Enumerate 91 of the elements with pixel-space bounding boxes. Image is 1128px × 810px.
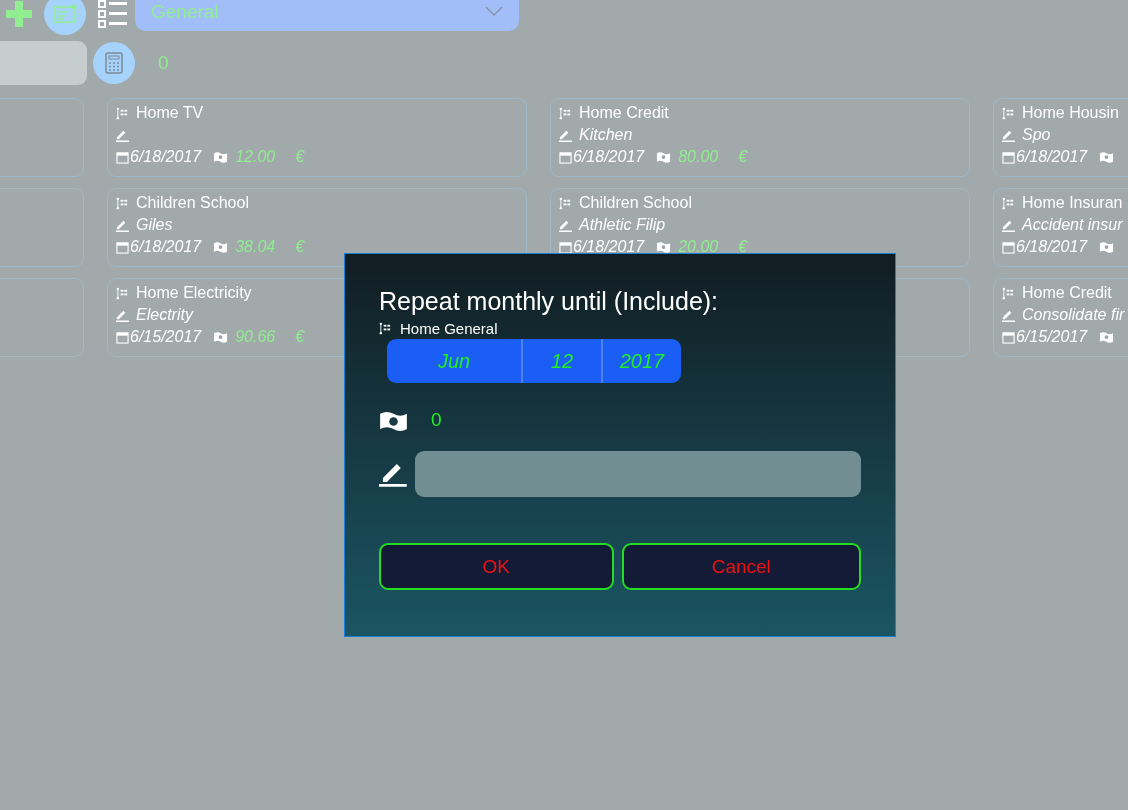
chevron-icon xyxy=(485,6,503,17)
entry-card[interactable]: Home Credit Kitchen 6/18/2017 80.00 € xyxy=(550,98,970,177)
category-dropdown[interactable]: General xyxy=(135,0,519,31)
pen-icon xyxy=(116,308,129,322)
money-icon xyxy=(1099,241,1115,253)
entry-card[interactable] xyxy=(0,188,84,267)
note-text: Electrity xyxy=(136,306,193,324)
total-amount: 0 xyxy=(158,52,169,74)
calendar-icon xyxy=(1002,330,1015,344)
note-text: Spo xyxy=(1022,126,1051,144)
pen-icon xyxy=(1002,128,1015,142)
note-text: Giles xyxy=(136,216,173,234)
category-label: Home Credit xyxy=(579,104,669,122)
money-icon xyxy=(1099,331,1115,343)
category-label: Home Insuran xyxy=(1022,194,1123,212)
calendar-icon xyxy=(559,240,572,254)
dialog-button[interactable]: OK xyxy=(379,543,614,590)
money-icon xyxy=(213,331,229,343)
entry-card[interactable]: Home Credit Consolidate fir 6/15/2017 xyxy=(993,278,1128,357)
category-icon xyxy=(116,286,129,300)
note-text: Athletic Filip xyxy=(579,216,666,234)
entry-card[interactable] xyxy=(0,278,84,357)
category-icon xyxy=(1002,106,1015,120)
list-icon[interactable] xyxy=(98,0,128,28)
date-text: 6/18/2017 xyxy=(1016,148,1088,166)
category-label: Home Housin xyxy=(1022,104,1119,122)
pen-icon xyxy=(1002,308,1015,322)
money-icon xyxy=(656,241,672,253)
entry-card[interactable]: Home Housin Spo 6/18/2017 xyxy=(993,98,1128,177)
money-icon xyxy=(213,241,229,253)
date-text: 6/15/2017 xyxy=(130,328,202,346)
calendar-icon xyxy=(559,150,572,164)
date-text: 6/18/2017 xyxy=(130,148,202,166)
plus-icon[interactable] xyxy=(6,0,32,27)
category-icon xyxy=(116,106,129,120)
calendar-icon xyxy=(116,240,129,254)
entry-card[interactable]: Home TV 6/18/2017 12.00 € xyxy=(107,98,527,177)
pen-icon xyxy=(116,218,129,232)
category-label: Home General xyxy=(400,320,498,337)
amount-text: 38.04 xyxy=(235,238,276,256)
currency-text: € xyxy=(738,238,748,256)
calendar-icon xyxy=(1002,150,1015,164)
amount-text: 12.00 xyxy=(235,148,276,166)
amount-text: 20.00 xyxy=(678,238,719,256)
pen-icon xyxy=(1002,218,1015,232)
date-text: 6/18/2017 xyxy=(130,238,202,256)
calendar-icon xyxy=(116,150,129,164)
dialog-button[interactable]: Cancel xyxy=(621,543,861,590)
calculator-icon xyxy=(105,52,123,74)
note-input[interactable] xyxy=(414,451,861,497)
calculator-button[interactable] xyxy=(93,42,135,84)
note-text: Kitchen xyxy=(579,126,633,144)
search-field[interactable] xyxy=(0,41,87,85)
category-label: Home TV xyxy=(136,104,204,122)
category-icon xyxy=(1002,196,1015,210)
date-text: 6/18/2017 xyxy=(573,238,645,256)
note-text: Consolidate fir xyxy=(1022,306,1125,324)
category-icon xyxy=(116,196,129,210)
amount-text: 90.66 xyxy=(235,328,276,346)
date-picker[interactable]: Jun 12 2017 xyxy=(387,339,681,383)
currency-text: € xyxy=(295,328,305,346)
category-label: Home Electricity xyxy=(136,284,252,302)
calendar-icon xyxy=(1002,240,1015,254)
currency-text: € xyxy=(295,238,305,256)
calendar-icon xyxy=(116,330,129,344)
note-text: Accident insur xyxy=(1022,216,1123,234)
category-label: Children School xyxy=(136,194,249,212)
category-icon xyxy=(559,196,572,210)
pen-icon xyxy=(116,128,129,142)
currency-text: € xyxy=(738,148,748,166)
entry-card[interactable] xyxy=(0,98,84,177)
report-icon xyxy=(53,3,77,24)
amount-value: 0 xyxy=(431,409,442,431)
category-icon xyxy=(379,322,392,335)
category-icon xyxy=(559,106,572,120)
date-text: 6/18/2017 xyxy=(1016,238,1088,256)
category-icon xyxy=(1002,286,1015,300)
money-icon xyxy=(656,151,672,163)
category-label: Home Credit xyxy=(1022,284,1112,302)
pen-icon xyxy=(559,218,572,232)
money-icon xyxy=(213,151,229,163)
date-text: 6/15/2017 xyxy=(1016,328,1088,346)
money-icon xyxy=(379,409,408,431)
category-label: Children School xyxy=(579,194,692,212)
report-button[interactable] xyxy=(44,0,86,35)
currency-text: € xyxy=(295,148,305,166)
money-icon xyxy=(1099,151,1115,163)
amount-text: 80.00 xyxy=(678,148,719,166)
date-text: 6/18/2017 xyxy=(573,148,645,166)
entry-card[interactable]: Home Insuran Accident insur 6/18/2017 xyxy=(993,188,1128,267)
pen-icon xyxy=(559,128,572,142)
